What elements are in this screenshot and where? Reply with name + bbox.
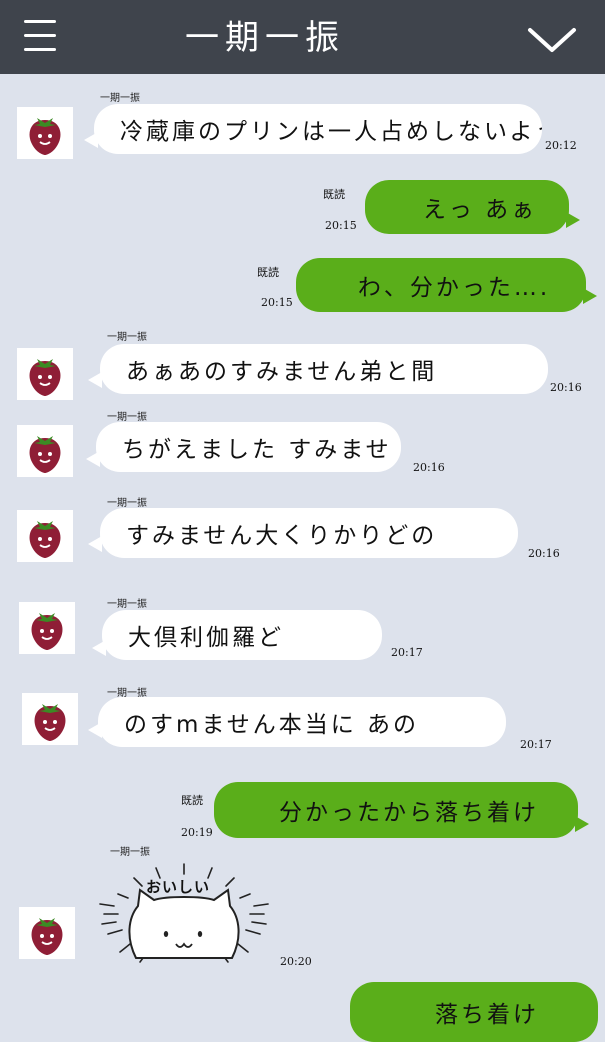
timestamp: 20:12 [545,139,577,152]
menu-icon[interactable] [24,18,58,54]
strawberry-icon [29,359,61,396]
timestamp: 20:17 [520,738,552,751]
cat-sticker-icon [99,863,269,963]
incoming-message[interactable]: あぁあのすみません弟と間 [100,344,548,394]
sender-name: 一期一振 [107,498,147,509]
timestamp: 20:20 [280,955,312,968]
outgoing-message[interactable]: 分かったから落ち着け [214,782,578,838]
avatar[interactable] [19,602,75,654]
timestamp: 20:19 [181,826,213,839]
strawberry-icon [29,118,61,155]
timestamp: 20:16 [528,547,560,560]
chat-header: 一期一振 [0,0,605,74]
sender-name: 一期一振 [107,599,147,610]
chat-title: 一期一振 [185,18,345,58]
avatar[interactable] [19,907,75,959]
avatar[interactable] [17,425,73,477]
timestamp: 20:15 [261,296,293,309]
strawberry-icon [31,613,63,650]
timestamp: 20:16 [550,381,582,394]
strawberry-icon [29,521,61,558]
outgoing-message[interactable]: わ、分かった…. [296,258,586,312]
read-receipt: 既読 [181,794,203,807]
sender-name: 一期一振 [107,412,147,423]
avatar[interactable] [17,107,73,159]
sticker[interactable]: おいしい [96,858,272,970]
avatar[interactable] [17,348,73,400]
timestamp: 20:17 [391,646,423,659]
read-receipt: 既読 [323,188,345,201]
sender-name: 一期一振 [100,93,140,104]
sticker-caption: おいしい [146,878,211,896]
sender-name: 一期一振 [110,847,150,858]
sender-name: 一期一振 [107,332,147,343]
read-receipt: 既読 [257,266,279,279]
avatar[interactable] [17,510,73,562]
avatar[interactable] [22,693,78,745]
incoming-message[interactable]: 冷蔵庫のプリンは一人占めしないように [94,104,542,154]
strawberry-icon [31,918,63,955]
incoming-message[interactable]: のすmません本当に あの [98,697,506,747]
outgoing-message[interactable]: えっ あぁ [365,180,569,234]
incoming-message[interactable]: すみません大くりかりどの [100,508,518,558]
timestamp: 20:15 [325,219,357,232]
outgoing-message[interactable]: 落ち着け [350,982,598,1042]
incoming-message[interactable]: ちがえました すみませ [96,422,401,472]
strawberry-icon [34,704,66,741]
strawberry-icon [29,436,61,473]
timestamp: 20:16 [413,461,445,474]
chevron-down-icon[interactable] [526,22,578,56]
incoming-message[interactable]: 大倶利伽羅ど [102,610,382,660]
